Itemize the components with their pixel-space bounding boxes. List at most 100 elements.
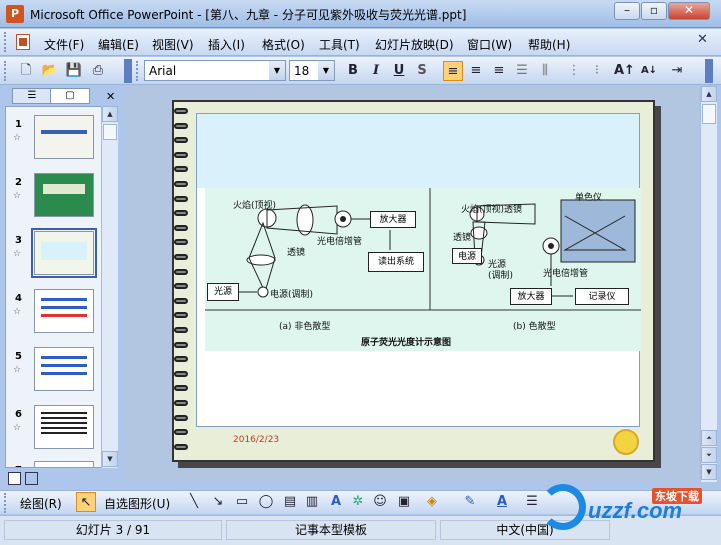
close-pane-icon[interactable]: ✕ — [106, 90, 115, 103]
align-right-icon[interactable]: ≡ — [489, 61, 509, 81]
vertical-scrollbar[interactable]: ▲ ⏶ ⏷ ▼ — [700, 86, 717, 482]
scroll-down-icon[interactable]: ▼ — [102, 451, 118, 467]
transition-icon: ☆ — [13, 423, 22, 433]
fill-color-icon[interactable]: ◈ — [422, 492, 442, 512]
permission-icon[interactable]: ⎙ — [88, 61, 108, 81]
textbox-icon[interactable]: ▤ — [280, 492, 300, 512]
menu-tools[interactable]: 工具(T) — [319, 36, 360, 53]
binding-ring — [174, 254, 188, 260]
toolbar-grip[interactable] — [136, 61, 140, 81]
align-center-icon[interactable]: ≡ — [466, 61, 486, 81]
numbering-icon[interactable]: ⋮ — [564, 61, 584, 81]
rectangle-icon[interactable]: ▭ — [232, 492, 252, 512]
menu-close-icon[interactable]: ✕ — [697, 32, 708, 47]
menu-window[interactable]: 窗口(W) — [467, 36, 512, 53]
underline-button[interactable]: U — [389, 61, 409, 81]
scroll-up-icon[interactable]: ▲ — [102, 106, 118, 122]
right-recorder-box: 记录仪 — [575, 288, 629, 305]
slide-thumbnail-3[interactable] — [31, 228, 97, 278]
font-name-combobox[interactable]: Arial ▼ — [144, 60, 286, 81]
binding-ring — [174, 356, 188, 363]
text-direction-icon[interactable]: ⫼ — [535, 61, 555, 81]
indent-icon[interactable]: ⇥ — [667, 61, 687, 81]
clipart-icon[interactable]: ☺ — [370, 492, 390, 512]
menu-edit[interactable]: 编辑(E) — [98, 36, 139, 53]
scroll-thumb[interactable] — [702, 104, 716, 124]
minimize-button[interactable]: – — [614, 2, 640, 20]
previous-slide-icon[interactable]: ⏶ — [701, 430, 717, 446]
toolbar-options-icon[interactable] — [705, 59, 713, 83]
diagram-icon[interactable]: ✲ — [348, 492, 368, 512]
tab-outline[interactable]: ☰ — [12, 88, 52, 104]
font-name-value: Arial — [149, 64, 177, 78]
bullets-icon[interactable]: ⁝ — [587, 61, 607, 81]
line-style-icon[interactable]: ☰ — [522, 492, 542, 512]
vertical-textbox-icon[interactable]: ▥ — [302, 492, 322, 512]
thumbnail-scrollbar[interactable]: ▲ ▼ — [101, 106, 118, 468]
arrow-icon[interactable]: ↘ — [208, 492, 228, 512]
line-color-icon[interactable]: ✎ — [460, 492, 480, 512]
slide-thumbnail-4[interactable] — [34, 289, 94, 333]
line-icon[interactable]: ╲ — [184, 492, 204, 512]
toolbar-grip[interactable] — [4, 61, 8, 81]
maximize-button[interactable]: ▫ — [641, 2, 667, 20]
menu-help[interactable]: 帮助(H) — [528, 36, 570, 53]
binding-ring — [174, 429, 188, 436]
binding-ring — [174, 181, 188, 187]
view-buttons: ⍗ — [8, 472, 54, 502]
chevron-down-icon[interactable]: ▼ — [269, 61, 285, 80]
slide-thumbnail-2[interactable] — [34, 173, 94, 217]
scroll-thumb[interactable] — [103, 124, 117, 140]
slide-thumbnail-1[interactable] — [34, 115, 94, 159]
align-left-icon[interactable]: ≡ — [443, 61, 463, 81]
document-icon[interactable] — [16, 34, 30, 50]
wordart-icon[interactable]: A — [326, 492, 346, 512]
close-button[interactable]: ✕ — [668, 2, 710, 20]
toolbar-grip[interactable] — [4, 493, 8, 513]
picture-icon[interactable]: ▣ — [394, 492, 414, 512]
binding-ring — [174, 312, 188, 319]
menu-insert[interactable]: 插入(I) — [208, 36, 245, 53]
chevron-down-icon[interactable]: ▼ — [318, 61, 334, 80]
shadow-button[interactable]: S — [412, 61, 432, 81]
toolbar-options-icon[interactable] — [124, 59, 132, 83]
tab-slides[interactable]: ▢ — [50, 88, 90, 104]
font-size-combobox[interactable]: 18 ▼ — [289, 60, 335, 81]
save-icon[interactable]: 💾 — [64, 61, 84, 81]
next-slide-icon[interactable]: ⏷ — [701, 447, 717, 463]
transition-icon: ☆ — [13, 191, 22, 201]
binding-ring — [174, 195, 188, 202]
distribute-icon[interactable]: ☰ — [512, 61, 532, 81]
slide-thumbnail-7[interactable] — [34, 461, 94, 467]
toolbar-grip[interactable] — [4, 32, 8, 52]
normal-view-icon[interactable] — [8, 472, 21, 485]
draw-menu-button[interactable]: 绘图(R) — [20, 495, 62, 512]
menu-format[interactable]: 格式(O) — [262, 36, 305, 53]
binding-ring — [174, 122, 188, 129]
right-power-box: 电源 — [452, 248, 482, 264]
decrease-font-icon[interactable]: A↓ — [639, 61, 659, 81]
scroll-up-icon[interactable]: ▲ — [701, 86, 717, 102]
new-icon[interactable]: 🗋 — [16, 61, 36, 81]
sorter-view-icon[interactable] — [24, 472, 38, 485]
fluorescence-diagram[interactable]: 火焰(顶视) 透镜 光电倍增管 放大器 读出系统 光源 电源(调制) 火焰(顶视… — [205, 188, 641, 351]
font-color-icon[interactable]: A — [492, 492, 512, 512]
menu-file[interactable]: 文件(F) — [44, 36, 84, 53]
slide-number: 5 — [15, 351, 22, 362]
slide-thumbnail-6[interactable] — [34, 405, 94, 449]
right-mono-label: 单色仪 — [575, 193, 603, 203]
menu-view[interactable]: 视图(V) — [152, 36, 194, 53]
watermark-swoosh — [540, 484, 586, 530]
oval-icon[interactable]: ◯ — [256, 492, 276, 512]
binding-ring — [174, 239, 188, 246]
italic-button[interactable]: I — [366, 61, 386, 81]
autoshapes-button[interactable]: 自选图形(U) — [104, 495, 170, 512]
uzzf-watermark-logo: uzzf.com 东坡下载 — [540, 478, 718, 534]
increase-font-icon[interactable]: A↑ — [614, 61, 635, 81]
open-icon[interactable]: 📂 — [40, 61, 60, 81]
slide-thumbnail-5[interactable] — [34, 347, 94, 391]
menu-slideshow[interactable]: 幻灯片放映(D) — [375, 36, 454, 53]
powerpoint-app-icon[interactable]: P — [6, 5, 24, 23]
bold-button[interactable]: B — [343, 61, 363, 81]
select-pointer-icon[interactable]: ↖ — [76, 492, 96, 512]
